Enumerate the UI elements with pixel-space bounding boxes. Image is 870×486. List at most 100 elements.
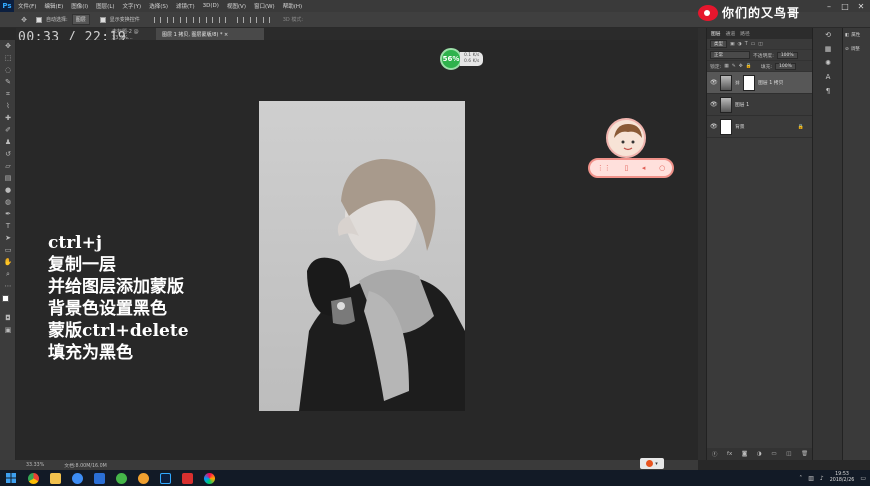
taskbar-netease-music-icon[interactable] xyxy=(176,470,198,486)
layer-lock-icon[interactable]: 🔒 xyxy=(798,124,804,130)
history-panel-icon[interactable]: ⟲ xyxy=(813,28,843,42)
ime-dropdown-icon[interactable]: ▾ xyxy=(655,461,658,467)
layer-mask-thumbnail[interactable] xyxy=(743,74,756,91)
chain-link-icon[interactable]: ⛓ xyxy=(735,80,740,85)
taskbar-app-blue-icon[interactable] xyxy=(88,470,110,486)
move-tool-icon[interactable]: ✥ xyxy=(0,40,16,52)
lock-all-icon[interactable]: 🔒 xyxy=(746,64,752,69)
properties-button[interactable]: ◧ 属性 xyxy=(843,28,870,42)
align-top-icon[interactable] xyxy=(153,16,161,23)
auto-select-dropdown[interactable]: 图层 xyxy=(71,14,90,25)
menu-layer[interactable]: 图层(L) xyxy=(92,2,118,10)
menu-help[interactable]: 帮助(H) xyxy=(279,2,306,10)
gradient-tool-icon[interactable]: ▤ xyxy=(0,172,16,184)
document-size[interactable]: 文档:8.00M/16.0M xyxy=(64,462,106,469)
tray-up-arrow-icon[interactable]: ˄ xyxy=(799,475,802,482)
start-button[interactable] xyxy=(0,470,22,486)
mascot-mic-icon[interactable]: ⋮⋮ xyxy=(597,164,611,172)
mascot-message-icon[interactable]: ▯ xyxy=(624,164,628,172)
add-mask-icon[interactable]: ◙ xyxy=(742,451,747,457)
transform-controls-checkbox[interactable] xyxy=(99,16,106,23)
brush-tool-icon[interactable]: ✐ xyxy=(0,124,16,136)
swatches-panel-icon[interactable]: ▦ xyxy=(813,42,843,56)
lock-paint-icon[interactable]: ✎ xyxy=(732,64,736,69)
path-select-icon[interactable]: ➤ xyxy=(0,232,16,244)
menu-view[interactable]: 视图(V) xyxy=(223,2,250,10)
visibility-eye-icon[interactable]: 👁 xyxy=(710,79,718,86)
taskbar-app-orange-icon[interactable] xyxy=(132,470,154,486)
quick-mask-icon[interactable]: ◘ xyxy=(0,312,16,324)
color-swatches[interactable] xyxy=(0,292,15,312)
taskbar-photoshop-icon[interactable] xyxy=(154,470,176,486)
tab-channels[interactable]: 通道 xyxy=(726,30,736,37)
layer-row-layer1-copy[interactable]: 👁 ⛓ 图层 1 拷贝 xyxy=(707,72,812,94)
marquee-tool-icon[interactable]: ⬚ xyxy=(0,52,16,64)
clone-stamp-icon[interactable]: ♟ xyxy=(0,136,16,148)
menu-type[interactable]: 文字(Y) xyxy=(119,2,146,10)
menu-image[interactable]: 图像(I) xyxy=(67,2,92,10)
eraser-icon[interactable]: ▱ xyxy=(0,160,16,172)
taskbar-chrome-icon[interactable] xyxy=(22,470,44,486)
taskbar-baidu-disk-icon[interactable] xyxy=(66,470,88,486)
lock-position-icon[interactable]: ✥ xyxy=(739,64,743,69)
brush-panel-icon[interactable]: ✺ xyxy=(813,56,843,70)
link-layers-icon[interactable]: ⓕ xyxy=(712,450,718,458)
align-right-icon[interactable] xyxy=(218,16,226,23)
screen-mode-icon[interactable]: ▣ xyxy=(0,324,16,336)
zoom-level[interactable]: 33.33% xyxy=(26,463,44,468)
tray-network-icon[interactable]: ▥ xyxy=(808,475,814,482)
layer-row-background[interactable]: 👁 背景 🔒 xyxy=(707,116,812,138)
dodge-tool-icon[interactable]: ◍ xyxy=(0,196,16,208)
filter-smart-icon[interactable]: ◫ xyxy=(758,42,763,47)
menu-file[interactable]: 文件(F) xyxy=(14,2,40,10)
taskbar-app-green-icon[interactable] xyxy=(110,470,132,486)
fx-icon[interactable]: fx xyxy=(727,451,732,457)
hand-tool-icon[interactable]: ✋ xyxy=(0,256,16,268)
mascot-settings-icon[interactable]: ○ xyxy=(659,164,665,172)
close-button[interactable]: ✕ xyxy=(854,0,868,12)
opacity-field[interactable]: 100% xyxy=(776,51,798,59)
zoom-tool-icon[interactable]: ⌕ xyxy=(0,268,16,280)
network-speed-widget[interactable]: 56% 0.1 K/s 0.6 K/s xyxy=(440,48,484,70)
mascot-widget[interactable]: ⋮⋮ ▯ ◂ ○ xyxy=(588,118,674,180)
quick-select-icon[interactable]: ✎ xyxy=(0,76,16,88)
mascot-flag-icon[interactable]: ◂ xyxy=(642,164,646,172)
tray-notification-icon[interactable]: ▭ xyxy=(860,475,866,482)
menu-window[interactable]: 窗口(W) xyxy=(250,2,279,10)
adjustments-button[interactable]: ⊘ 调整 xyxy=(843,42,870,56)
layer-kind-filter[interactable]: 类型 xyxy=(710,40,727,48)
filter-adjust-icon[interactable]: ◑ xyxy=(738,42,742,47)
system-clock[interactable]: 19:53 2018/2/26 xyxy=(830,472,855,484)
delete-layer-icon[interactable]: 🗑 xyxy=(801,451,808,457)
fill-field[interactable]: 100% xyxy=(775,62,796,70)
filter-image-icon[interactable]: ▣ xyxy=(730,42,735,47)
layer-row-layer1[interactable]: 👁 图层 1 xyxy=(707,94,812,116)
filter-shape-icon[interactable]: ▭ xyxy=(751,42,756,47)
filter-type-icon[interactable]: T xyxy=(745,42,748,47)
align-bottom-icon[interactable] xyxy=(179,16,187,23)
align-hcenter-icon[interactable] xyxy=(205,16,213,23)
foreground-color-swatch[interactable] xyxy=(2,295,9,302)
adjustment-layer-icon[interactable]: ◑ xyxy=(757,451,762,457)
mascot-control-bar[interactable]: ⋮⋮ ▯ ◂ ○ xyxy=(588,158,674,178)
tab-layers[interactable]: 图层 xyxy=(711,30,721,37)
menu-3d[interactable]: 3D(D) xyxy=(199,3,223,9)
new-group-icon[interactable]: ▭ xyxy=(771,451,776,457)
blur-tool-icon[interactable]: ● xyxy=(0,184,16,196)
menu-filter[interactable]: 滤镜(T) xyxy=(172,2,199,10)
align-vcenter-icon[interactable] xyxy=(166,16,174,23)
menu-select[interactable]: 选择(S) xyxy=(145,2,172,10)
maximize-button[interactable]: □ xyxy=(838,0,852,12)
blend-mode-dropdown[interactable]: 正常 xyxy=(710,51,750,59)
healing-brush-icon[interactable]: ✚ xyxy=(0,112,16,124)
shape-tool-icon[interactable]: ▭ xyxy=(0,244,16,256)
crop-tool-icon[interactable]: ⌗ xyxy=(0,88,16,100)
visibility-eye-icon[interactable]: 👁 xyxy=(710,123,718,130)
text-tool-icon[interactable]: T xyxy=(0,220,16,232)
distribute-2-icon[interactable] xyxy=(249,16,257,23)
history-brush-icon[interactable]: ↺ xyxy=(0,148,16,160)
eyedropper-icon[interactable]: ⌇ xyxy=(0,100,16,112)
visibility-eye-icon[interactable]: 👁 xyxy=(710,101,718,108)
menu-edit[interactable]: 编辑(E) xyxy=(40,2,67,10)
lasso-tool-icon[interactable]: ◌ xyxy=(0,64,16,76)
